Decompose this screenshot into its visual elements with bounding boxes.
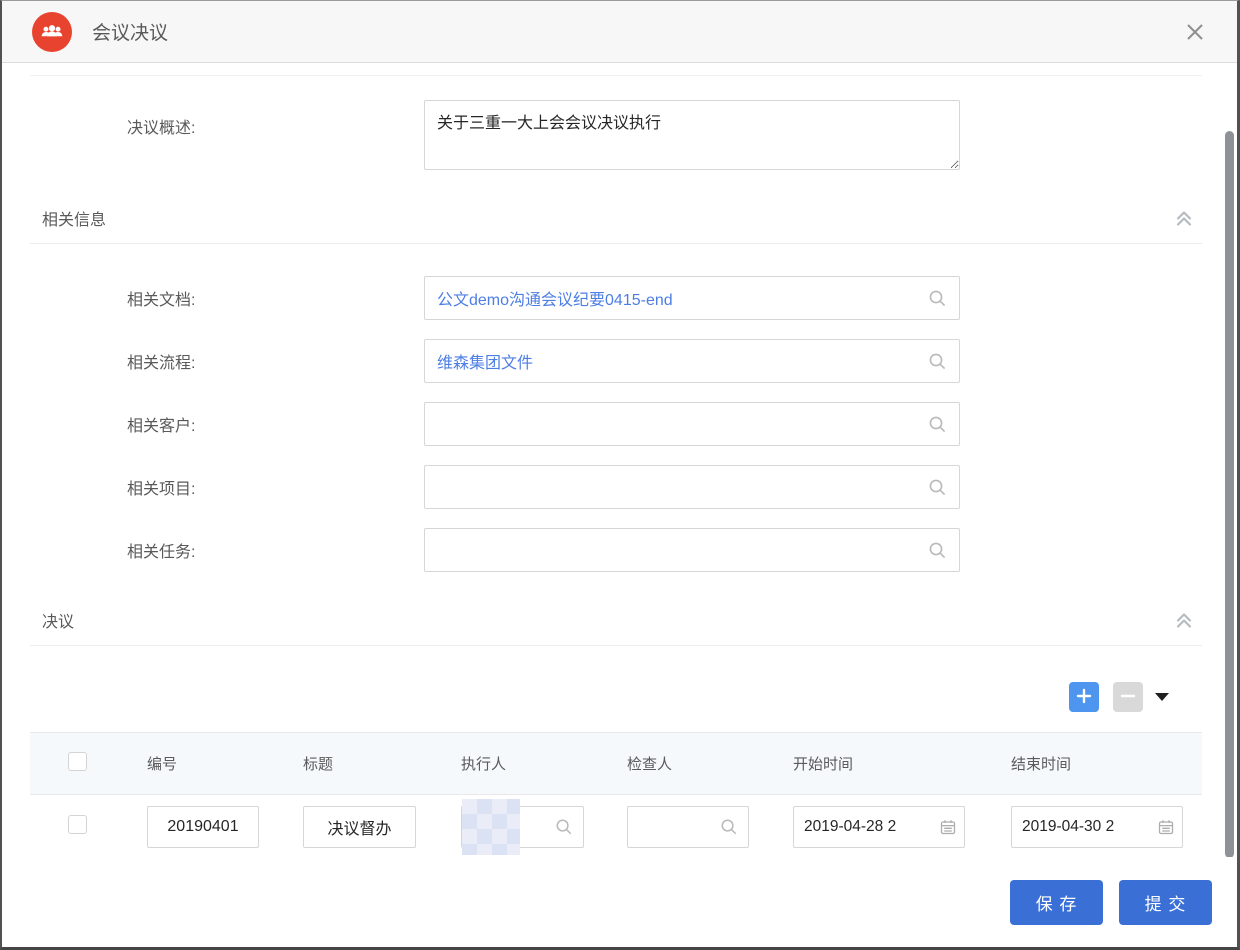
dropdown-caret-icon[interactable]	[1155, 693, 1169, 701]
section-related-info: 相关信息	[30, 206, 1202, 244]
col-header-title: 标题	[303, 753, 461, 774]
redaction-blur	[462, 799, 520, 855]
search-icon	[928, 415, 947, 434]
section-resolution-title: 决议	[42, 608, 74, 632]
col-header-executor: 执行人	[461, 753, 627, 774]
field-related-task: 相关任务:	[127, 528, 1237, 572]
meeting-resolution-dialog: 会议决议 决议概述: 相关信息 相	[0, 0, 1240, 950]
minus-icon	[1119, 687, 1137, 708]
calendar-icon	[940, 819, 956, 835]
summary-label: 决议概述:	[127, 100, 424, 138]
executor-picker[interactable]	[461, 806, 584, 848]
calendar-icon	[1158, 819, 1174, 835]
table-toolbar	[2, 682, 1169, 712]
vertical-scrollbar-thumb[interactable]	[1225, 131, 1234, 857]
related-project-picker[interactable]	[424, 465, 960, 509]
summary-field-row: 决议概述:	[127, 100, 1237, 170]
divider	[30, 75, 1202, 76]
dialog-title: 会议决议	[92, 18, 168, 45]
related-customer-label: 相关客户:	[127, 412, 424, 436]
related-fields: 相关文档: 公文demo沟通会议纪要0415-end 相关流程: 维森集团文件	[2, 276, 1237, 572]
search-icon	[928, 352, 947, 371]
section-resolution: 决议	[30, 608, 1202, 646]
end-time-value: 2019-04-30 2	[1022, 818, 1154, 836]
field-related-docs: 相关文档: 公文demo沟通会议纪要0415-end	[127, 276, 1237, 320]
row-number-input[interactable]	[147, 806, 259, 848]
related-process-picker[interactable]: 维森集团文件	[424, 339, 960, 383]
col-header-checker: 检查人	[627, 753, 793, 774]
save-button[interactable]: 保 存	[1010, 880, 1103, 925]
search-icon	[928, 541, 947, 560]
add-row-button[interactable]	[1069, 682, 1099, 712]
field-related-customer: 相关客户:	[127, 402, 1237, 446]
select-all-checkbox[interactable]	[68, 752, 87, 771]
col-header-start-time: 开始时间	[793, 753, 1011, 774]
plus-icon	[1075, 687, 1093, 708]
meeting-group-icon	[32, 12, 72, 52]
field-related-process: 相关流程: 维森集团文件	[127, 339, 1237, 383]
related-docs-picker[interactable]: 公文demo沟通会议纪要0415-end	[424, 276, 960, 320]
field-related-project: 相关项目:	[127, 465, 1237, 509]
table-row: 2019-04-28 2	[30, 795, 1202, 857]
dialog-body: 决议概述: 相关信息 相关文档: 公文demo沟通会议纪要0415-end	[2, 63, 1237, 857]
start-time-picker[interactable]: 2019-04-28 2	[793, 806, 965, 848]
row-title-input[interactable]	[303, 806, 416, 848]
section-related-info-title: 相关信息	[42, 206, 106, 230]
end-time-picker[interactable]: 2019-04-30 2	[1011, 806, 1183, 848]
remove-row-button[interactable]	[1113, 682, 1143, 712]
search-icon	[928, 478, 947, 497]
related-process-value: 维森集团文件	[437, 349, 928, 373]
search-icon	[555, 818, 573, 836]
dialog-footer: 保 存 提 交	[2, 857, 1237, 947]
col-header-end-time: 结束时间	[1011, 753, 1191, 774]
related-project-label: 相关项目:	[127, 475, 424, 499]
close-icon[interactable]	[1181, 18, 1209, 46]
checker-picker[interactable]	[627, 806, 749, 848]
start-time-value: 2019-04-28 2	[804, 818, 936, 836]
search-icon	[720, 818, 738, 836]
related-task-picker[interactable]	[424, 528, 960, 572]
titlebar: 会议决议	[2, 1, 1237, 63]
collapse-resolution-icon[interactable]	[1172, 608, 1196, 632]
table-header-row: 编号 标题 执行人 检查人 开始时间 结束时间	[30, 732, 1202, 795]
summary-textarea[interactable]	[424, 100, 960, 170]
row-checkbox[interactable]	[68, 815, 87, 834]
related-process-label: 相关流程:	[127, 349, 424, 373]
related-docs-value: 公文demo沟通会议纪要0415-end	[437, 286, 928, 310]
resolution-table: 编号 标题 执行人 检查人 开始时间 结束时间	[30, 732, 1202, 857]
submit-button[interactable]: 提 交	[1119, 880, 1212, 925]
related-docs-label: 相关文档:	[127, 286, 424, 310]
related-task-label: 相关任务:	[127, 538, 424, 562]
col-header-number: 编号	[147, 753, 303, 774]
search-icon	[928, 289, 947, 308]
collapse-related-info-icon[interactable]	[1172, 206, 1196, 230]
related-customer-picker[interactable]	[424, 402, 960, 446]
